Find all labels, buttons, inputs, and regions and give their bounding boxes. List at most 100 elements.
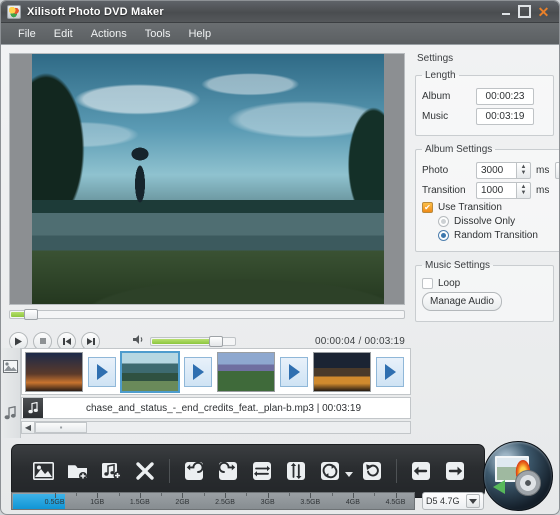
menu-file[interactable]: File: [9, 26, 45, 42]
chevron-down-icon[interactable]: [345, 471, 353, 477]
music-settings-legend: Music Settings: [425, 260, 491, 271]
seek-bar[interactable]: [9, 309, 405, 320]
flip-vertical-button[interactable]: [281, 456, 311, 486]
transition-duration-unit: ms: [536, 185, 550, 196]
loop-row[interactable]: ✔ Loop: [422, 278, 547, 289]
toolbar-separator-2: [396, 459, 397, 483]
window-controls: ✕: [498, 5, 555, 19]
random-transition-radio[interactable]: [438, 230, 449, 241]
photo-duration-unit: ms: [536, 165, 550, 176]
menu-tools[interactable]: Tools: [136, 26, 180, 42]
capacity-label-8: 4.5GB: [385, 499, 406, 506]
application-window: Xilisoft Photo DVD Maker ✕ File Edit Act…: [0, 0, 560, 515]
chevron-down-icon[interactable]: [466, 494, 480, 508]
minimize-button[interactable]: [498, 5, 513, 18]
transition-arrow-icon-2[interactable]: [184, 356, 212, 387]
capacity-label-4: 2.5GB: [215, 499, 235, 506]
menu-help[interactable]: Help: [179, 26, 220, 42]
music-track-icon: [4, 405, 17, 425]
photo-duration-row: Photo 3000 ▲ ▼ ms: [422, 162, 559, 179]
scroll-left-icon[interactable]: ◀: [22, 422, 35, 433]
loop-checkbox[interactable]: ✔: [422, 278, 433, 289]
capacity-label-3: 2GB: [175, 499, 190, 506]
preview-pane: 00:00:04 / 00:03:19 chase_and_status_-_e…: [1, 45, 411, 438]
use-transition-label: Use Transition: [438, 202, 502, 213]
menu-actions[interactable]: Actions: [82, 26, 136, 42]
album-length-value: 00:00:23: [476, 88, 534, 105]
scrollbar-thumb[interactable]: ▪: [35, 422, 87, 433]
settings-heading: Settings: [417, 53, 454, 64]
seek-track[interactable]: [9, 309, 405, 320]
photo-duration-input[interactable]: 3000: [476, 162, 516, 179]
burn-disc-icon: [493, 454, 541, 496]
transition-arrow-icon-3[interactable]: [280, 356, 308, 387]
burn-button[interactable]: [483, 441, 553, 511]
preview-image: [32, 54, 384, 304]
photo-thumb-1[interactable]: [25, 351, 83, 392]
disc-type-select[interactable]: D5 4.7G: [422, 492, 484, 510]
burn-disc-part: [515, 470, 541, 496]
timecode-display: 00:00:04 / 00:03:19: [315, 335, 405, 347]
burn-arrow-part: [493, 480, 505, 494]
photo-thumb-2[interactable]: [120, 350, 180, 393]
move-forward-button[interactable]: [440, 456, 470, 486]
music-length-value: 00:03:19: [476, 108, 534, 125]
music-note-icon: [23, 398, 43, 418]
disc-type-value: D5 4.7G: [426, 496, 460, 506]
photo-thumb-4[interactable]: [313, 351, 371, 392]
loop-label: Loop: [438, 278, 461, 289]
maximize-button[interactable]: [517, 5, 532, 18]
transition-duration-row: Transition 1000 ▲ ▼ ms: [422, 182, 559, 199]
delete-button[interactable]: [130, 456, 160, 486]
add-music-button[interactable]: [96, 456, 126, 486]
flip-horizontal-button[interactable]: [247, 456, 277, 486]
album-settings-legend: Album Settings: [425, 144, 493, 155]
rotate-left-button[interactable]: [179, 456, 209, 486]
seek-thumb[interactable]: [24, 309, 38, 320]
undo-button[interactable]: [357, 456, 387, 486]
seek-fill: [11, 312, 25, 317]
photo-thumb-3[interactable]: [217, 351, 275, 392]
close-button[interactable]: ✕: [536, 5, 551, 19]
capacity-label-0: 0.5GB: [44, 499, 65, 506]
dissolve-only-row[interactable]: Dissolve Only: [438, 216, 559, 227]
video-preview[interactable]: [9, 53, 405, 305]
music-length-row: Music 00:03:19: [422, 108, 547, 125]
use-transition-checkbox[interactable]: ✔: [422, 202, 433, 213]
use-transition-row[interactable]: ✔ Use Transition: [422, 202, 559, 213]
capacity-label-5: 3GB: [260, 499, 275, 506]
effects-button[interactable]: [315, 456, 345, 486]
window-title: Xilisoft Photo DVD Maker: [27, 5, 164, 18]
random-transition-label: Random Transition: [454, 230, 538, 241]
rotate-right-button[interactable]: [213, 456, 243, 486]
capacity-area: 0.5GB 1GB 1.5GB 2GB 2.5GB 3GB 3.5GB 4GB …: [11, 492, 485, 510]
transition-arrow-icon-1[interactable]: [88, 356, 116, 387]
manage-audio-row: Manage Audio: [422, 292, 547, 311]
capacity-bar[interactable]: 0.5GB 1GB 1.5GB 2GB 2.5GB 3GB 3.5GB 4GB …: [11, 492, 415, 510]
timeline-scrollbar[interactable]: ◀ ▪: [21, 421, 411, 434]
add-folder-button[interactable]: [62, 456, 92, 486]
photo-duration-stepper[interactable]: ▲ ▼: [516, 162, 531, 179]
music-note-icon[interactable]: [555, 162, 559, 179]
dissolve-only-label: Dissolve Only: [454, 216, 516, 227]
transition-duration-stepper[interactable]: ▲ ▼: [516, 182, 531, 199]
music-settings-group: Music Settings ✔ Loop Manage Audio: [415, 260, 554, 322]
timeline-tracks: chase_and_status_-_end_credits_feat._pla…: [21, 348, 411, 438]
dissolve-only-radio[interactable]: [438, 216, 449, 227]
photo-track-icon: [3, 360, 18, 378]
album-length-label: Album: [422, 91, 451, 102]
manage-audio-button[interactable]: Manage Audio: [422, 292, 502, 311]
photo-duration-label: Photo: [422, 165, 449, 176]
volume-track[interactable]: [150, 335, 236, 347]
menu-edit[interactable]: Edit: [45, 26, 82, 42]
transition-duration-input[interactable]: 1000: [476, 182, 516, 199]
add-photo-button[interactable]: [28, 456, 58, 486]
transition-duration-label: Transition: [422, 185, 466, 196]
photo-strip[interactable]: [21, 348, 411, 395]
move-back-button[interactable]: [406, 456, 436, 486]
audio-track-row[interactable]: chase_and_status_-_end_credits_feat._pla…: [21, 397, 411, 419]
settings-pane: Settings Length Album 00:00:23 Music 00:…: [411, 45, 559, 438]
random-transition-row[interactable]: Random Transition: [438, 230, 559, 241]
volume-thumb[interactable]: [209, 335, 223, 347]
transition-arrow-icon-4[interactable]: [376, 356, 404, 387]
